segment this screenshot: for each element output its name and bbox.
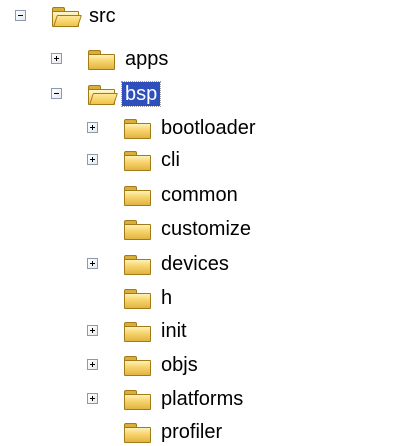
tree-node-label[interactable]: devices bbox=[158, 252, 232, 276]
tree-node-label[interactable]: bootloader bbox=[158, 116, 259, 140]
expand-plus-icon[interactable] bbox=[87, 325, 98, 336]
folder-closed-icon bbox=[123, 421, 151, 443]
tree-node-bootloader[interactable]: bootloader bbox=[87, 114, 259, 142]
expand-plus-icon[interactable] bbox=[87, 359, 98, 370]
tree-node-label[interactable]: apps bbox=[122, 47, 171, 71]
tree-node-label[interactable]: common bbox=[158, 183, 241, 207]
folder-closed-icon bbox=[123, 388, 151, 410]
folder-closed-icon bbox=[87, 48, 115, 70]
tree-node-apps[interactable]: apps bbox=[51, 45, 171, 73]
tree-node-label[interactable]: profiler bbox=[158, 420, 225, 444]
expand-plus-icon[interactable] bbox=[87, 122, 98, 133]
folder-closed-icon bbox=[123, 320, 151, 342]
folder-tree: src apps bsp bootloader cli common custo… bbox=[0, 0, 412, 446]
collapse-minus-icon[interactable] bbox=[15, 10, 26, 21]
tree-node-label[interactable]: platforms bbox=[158, 387, 246, 411]
tree-node-customize[interactable]: customize bbox=[123, 215, 254, 243]
folder-closed-icon bbox=[123, 354, 151, 376]
tree-node-label[interactable]: cli bbox=[158, 148, 183, 172]
folder-closed-icon bbox=[123, 218, 151, 240]
tree-node-devices[interactable]: devices bbox=[87, 250, 232, 278]
folder-closed-icon bbox=[123, 149, 151, 171]
folder-open-icon bbox=[51, 5, 82, 27]
tree-node-label-selected[interactable]: bsp bbox=[120, 81, 162, 107]
tree-node-init[interactable]: init bbox=[87, 317, 190, 345]
folder-open-icon bbox=[87, 83, 118, 105]
expand-plus-icon[interactable] bbox=[87, 154, 98, 165]
folder-closed-icon bbox=[123, 287, 151, 309]
tree-node-bsp[interactable]: bsp bbox=[51, 80, 162, 108]
expand-plus-icon[interactable] bbox=[51, 53, 62, 64]
collapse-minus-icon[interactable] bbox=[51, 88, 62, 99]
folder-closed-icon bbox=[123, 253, 151, 275]
tree-node-common[interactable]: common bbox=[123, 181, 241, 209]
tree-node-label[interactable]: h bbox=[158, 286, 175, 310]
expand-plus-icon[interactable] bbox=[87, 258, 98, 269]
tree-node-src[interactable]: src bbox=[15, 2, 119, 30]
tree-node-platforms[interactable]: platforms bbox=[87, 385, 246, 413]
tree-node-label[interactable]: init bbox=[158, 319, 190, 343]
tree-node-objs[interactable]: objs bbox=[87, 351, 201, 379]
tree-node-profiler[interactable]: profiler bbox=[123, 418, 225, 446]
tree-node-label[interactable]: src bbox=[86, 4, 119, 28]
expand-plus-icon[interactable] bbox=[87, 393, 98, 404]
tree-node-cli[interactable]: cli bbox=[87, 146, 183, 174]
tree-node-h[interactable]: h bbox=[123, 284, 175, 312]
folder-closed-icon bbox=[123, 184, 151, 206]
folder-closed-icon bbox=[123, 117, 151, 139]
tree-node-label[interactable]: objs bbox=[158, 353, 201, 377]
tree-node-label[interactable]: customize bbox=[158, 217, 254, 241]
